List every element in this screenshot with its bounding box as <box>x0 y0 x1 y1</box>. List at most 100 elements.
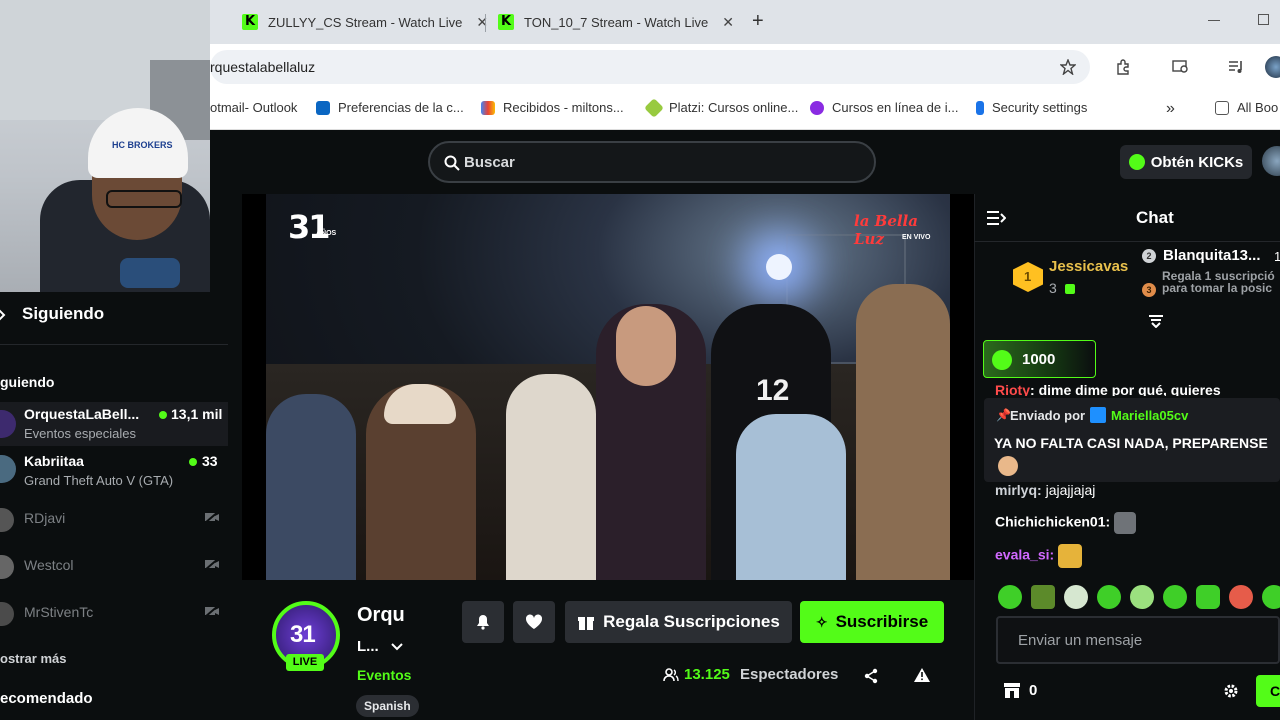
sidebar-item-westcol[interactable]: Westcol <box>0 553 228 597</box>
search-input[interactable]: Buscar <box>428 141 876 183</box>
media-controls-icon[interactable] <box>1228 59 1244 75</box>
chat-input[interactable]: Enviar un mensaje <box>996 616 1280 664</box>
chat-username[interactable]: mirlyq: <box>995 482 1042 498</box>
folder-icon <box>1215 100 1229 115</box>
profile-avatar[interactable] <box>1265 56 1280 78</box>
language-tag[interactable]: Spanish <box>356 695 419 717</box>
emote-picker-item[interactable] <box>1064 585 1088 609</box>
live-badge: LIVE <box>286 654 324 671</box>
pinned-label: Enviado por <box>1010 408 1086 423</box>
emote-picker-item[interactable] <box>1163 585 1187 609</box>
browser-tab-bar: ZULLYY_CS Stream - Watch Live ✕ TON_10_7… <box>210 0 1280 44</box>
gift-subs-button[interactable]: Regala Suscripciones <box>565 601 792 643</box>
emote-picker-item[interactable] <box>998 585 1022 609</box>
crowd-person <box>266 394 356 580</box>
left-sidebar: Siguiendo guiendo OrquestaLaBell... Even… <box>0 292 228 720</box>
avatar <box>0 555 14 579</box>
kicks-coin-icon <box>1128 154 1145 170</box>
gear-icon[interactable] <box>1224 684 1238 698</box>
leader-1-name[interactable]: Jessicavas <box>1049 258 1128 275</box>
emote-picker-item[interactable] <box>1130 585 1154 609</box>
store-count: 0 <box>1029 682 1038 699</box>
kicks-goal-value: 1000 <box>1022 351 1056 368</box>
store-icon[interactable] <box>1003 681 1021 699</box>
emote-picker-item[interactable] <box>1229 585 1253 609</box>
emote-picker-item[interactable] <box>1262 585 1280 609</box>
bookmarks-bar: otmail- Outlook Preferencias de la c... … <box>210 90 1280 130</box>
sparkle-icon: ✧ <box>815 613 828 630</box>
bookmark-linkedin[interactable]: Preferencias de la c... <box>316 100 464 115</box>
stream-subtitle: L... <box>357 638 379 655</box>
emote-picker-item[interactable] <box>1031 585 1055 609</box>
close-tab-icon[interactable]: ✕ <box>722 14 734 31</box>
get-kicks-button[interactable]: Obtén KICKs <box>1120 145 1252 179</box>
chevron-down-icon[interactable] <box>390 642 404 652</box>
minimize-icon[interactable] <box>1208 20 1220 21</box>
sidebar-item-rdjavi[interactable]: RDjavi <box>0 506 228 550</box>
kick-favicon-icon <box>242 14 258 30</box>
pinned-text: YA NO FALTA CASI NADA, PREPARENSE <box>994 435 1268 451</box>
bookmarks-more-button[interactable]: » <box>1166 100 1175 118</box>
bookmark-courses[interactable]: Cursos en línea de i... <box>810 100 958 115</box>
gift-subs-label: Regala Suscripciones <box>603 612 780 631</box>
bookmark-all-bookmarks[interactable]: All Boo <box>1215 100 1278 115</box>
share-icon[interactable] <box>863 668 879 684</box>
avatar <box>0 410 16 438</box>
stream-category[interactable]: Eventos <box>357 667 411 683</box>
chat-username[interactable]: Chichichicken01: <box>995 514 1110 530</box>
viewer-count: 13.125 <box>684 666 730 683</box>
chat-divider <box>974 241 1280 242</box>
band-logo-sub: EN VIVO <box>902 234 931 241</box>
send-chat-button[interactable]: C <box>1256 675 1280 707</box>
sidebar-item-kabriitaa[interactable]: Kabriitaa Grand Theft Auto V (GTA) 33 <box>0 449 228 493</box>
live-dot-icon <box>189 458 197 466</box>
chat-username[interactable]: evala_si: <box>995 547 1054 563</box>
bookmark-star-icon[interactable] <box>1060 59 1076 75</box>
report-icon[interactable] <box>913 667 931 683</box>
notify-button[interactable] <box>462 601 504 643</box>
band-logo: la Bella Luz <box>854 212 918 248</box>
rank-3-badge: 3 <box>1142 283 1156 297</box>
chat-message: Chichichicken01: <box>995 512 1137 534</box>
viewer-label: Espectadores <box>740 666 839 683</box>
subscribe-button[interactable]: ✧ Suscribirse <box>800 601 944 643</box>
sidebar-item-orquestalabellaluz[interactable]: OrquestaLaBell... Eventos especiales 13,… <box>0 402 228 446</box>
sidebar-item-mrstiventc[interactable]: MrStivenTc <box>0 600 228 644</box>
linkedin-icon <box>316 100 330 115</box>
emote-picker-item[interactable] <box>1097 585 1121 609</box>
expand-leaderboard-icon[interactable] <box>1148 314 1164 328</box>
bookmark-security[interactable]: Security settings <box>976 100 1087 115</box>
pinned-user[interactable]: Mariella05cv <box>1111 408 1188 423</box>
bookmark-gmail[interactable]: Recibidos - miltons... <box>481 100 624 115</box>
gift-icon <box>1065 284 1075 294</box>
gift-icon <box>578 617 595 630</box>
kicks-goal-bar[interactable]: 1000 <box>983 340 1096 378</box>
pinned-message[interactable]: 📌 Enviado por Mariella05cv YA NO FALTA C… <box>984 398 1280 482</box>
offline-icon <box>204 510 220 524</box>
collapse-chat-icon[interactable] <box>986 210 1006 226</box>
emote-icon <box>1114 512 1137 534</box>
screen-search-icon[interactable] <box>1172 59 1190 75</box>
chat-message-partial: Rioty: dime dime por qué, quieres marcha… <box>995 384 1221 396</box>
chat-title: Chat <box>1136 208 1174 227</box>
live-dot-icon <box>159 411 167 419</box>
browser-tab-2[interactable]: TON_10_7 Stream - Watch Live ✕ <box>498 6 734 38</box>
close-tab-icon[interactable]: ✕ <box>476 14 488 31</box>
new-tab-button[interactable]: + <box>752 10 764 33</box>
extensions-icon[interactable] <box>1115 59 1131 75</box>
bookmark-outlook[interactable]: otmail- Outlook <box>210 100 297 115</box>
collapse-sidebar-icon[interactable] <box>0 308 6 322</box>
gmail-icon <box>481 100 495 115</box>
show-more-link[interactable]: ostrar más <box>0 651 66 666</box>
bell-icon <box>477 615 489 630</box>
bookmark-platzi[interactable]: Platzi: Cursos online... <box>644 97 798 118</box>
follow-button[interactable] <box>513 601 555 643</box>
maximize-icon[interactable] <box>1258 14 1269 25</box>
browser-tab-1[interactable]: ZULLYY_CS Stream - Watch Live ✕ <box>242 6 488 38</box>
emote-picker-item[interactable] <box>1196 585 1220 609</box>
rank-2-badge: 2 <box>1142 249 1156 263</box>
verified-badge-icon <box>1090 407 1106 423</box>
stage-light <box>766 254 792 280</box>
address-bar[interactable]: rquestalabellaluz <box>210 50 1090 84</box>
leader-2-name[interactable]: Blanquita13... <box>1163 247 1261 264</box>
